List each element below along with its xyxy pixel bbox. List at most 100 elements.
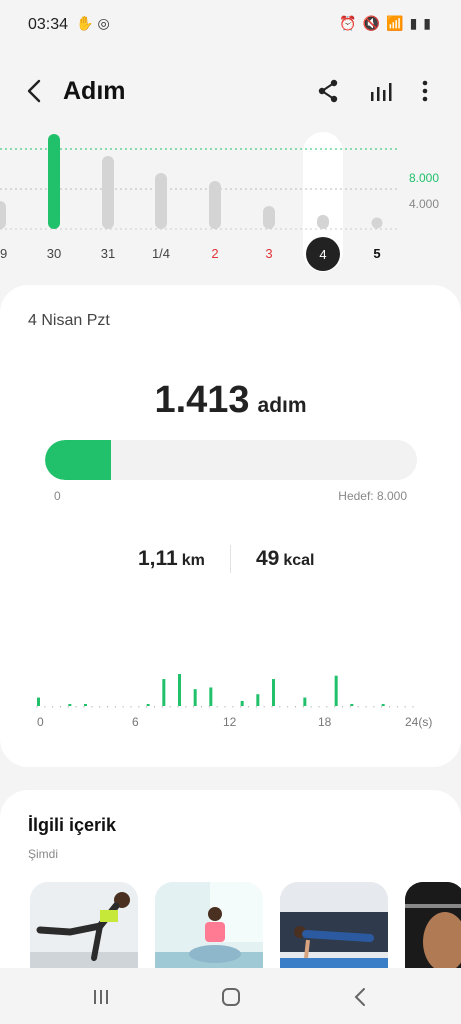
day-bar[interactable]: [155, 173, 167, 229]
hourly-baseline-dot: [193, 706, 195, 708]
day-label[interactable]: 1/4: [152, 246, 170, 261]
more-icon: [422, 80, 428, 102]
hourly-baseline-dot: [216, 706, 218, 708]
hourly-baseline-dot: [295, 706, 296, 708]
day-label[interactable]: 30: [47, 246, 61, 261]
hourly-baseline-dot: [177, 706, 179, 708]
hourly-bar: [209, 687, 213, 706]
day-label[interactable]: 31: [101, 246, 115, 261]
distance-stat: 1,11 km: [138, 547, 205, 571]
hourly-baseline-dot: [52, 706, 54, 708]
workout-photo: [405, 882, 461, 970]
day-label[interactable]: 3: [265, 246, 272, 261]
progress-start-label: 0: [54, 489, 61, 503]
hourly-baseline-dot: [389, 706, 390, 708]
goal-line-label: 8.000: [408, 171, 439, 185]
hourly-baseline-dot: [161, 706, 163, 708]
day-bar[interactable]: [102, 156, 114, 229]
hourly-bar: [240, 700, 244, 706]
nav-back-button[interactable]: [346, 982, 376, 1012]
hourly-bar: [146, 704, 150, 706]
day-label[interactable]: 29: [0, 246, 7, 261]
day-label[interactable]: 4: [319, 247, 326, 262]
hourly-baseline-dot: [75, 706, 77, 708]
more-options-button[interactable]: [410, 76, 440, 106]
hourly-bar: [178, 674, 181, 706]
daily-steps-chart[interactable]: 29 30 31 1/4 2 3 4 5 8.000 4.000: [0, 130, 461, 280]
hourly-baseline-dot: [169, 706, 171, 708]
day-bar[interactable]: [0, 201, 6, 229]
back-button[interactable]: [20, 76, 50, 106]
hourly-baseline-dot: [357, 706, 359, 708]
workout-photo: [155, 882, 263, 970]
day-label[interactable]: 2: [211, 246, 218, 261]
home-icon: [222, 988, 240, 1006]
hourly-baseline-dot: [154, 706, 155, 708]
hourly-bar: [37, 697, 40, 706]
goal-label: Hedef: 8.000: [338, 489, 407, 503]
hourly-axis-label: 0: [37, 715, 44, 729]
workout-photo: [280, 882, 388, 970]
whatsapp-icon: ◎: [97, 15, 114, 31]
hourly-baseline-dot: [255, 706, 257, 708]
workout-thumbnail[interactable]: [155, 882, 263, 970]
day-bar[interactable]: [209, 181, 221, 229]
recent-apps-button[interactable]: [86, 982, 116, 1012]
page-title: Adım: [63, 77, 126, 105]
hourly-baseline-dot: [99, 706, 101, 708]
day-bar[interactable]: [317, 214, 329, 229]
share-button[interactable]: [313, 76, 343, 106]
hourly-axis-label: 6: [132, 715, 139, 729]
hourly-baseline-dot: [185, 706, 187, 708]
hourly-baseline-dot: [107, 706, 108, 708]
hourly-baseline-dot: [381, 706, 383, 708]
trends-button[interactable]: [366, 76, 396, 106]
related-subtitle: Şimdi: [28, 847, 59, 861]
activity-stats: 1,11 km 49 kcal: [0, 543, 461, 577]
day-label[interactable]: 5: [373, 246, 380, 261]
hourly-axis-label: 18: [318, 715, 332, 729]
hand-icon: ✋: [76, 15, 98, 31]
hourly-baseline-dot: [224, 706, 226, 708]
hourly-bar: [84, 704, 87, 706]
calories-unit: kcal: [283, 552, 315, 569]
workout-thumbnail[interactable]: [280, 882, 388, 970]
hourly-bar: [193, 689, 197, 706]
alarm-icon: ⏰: [339, 15, 363, 31]
hourly-bar: [272, 679, 275, 706]
hourly-bar: [334, 675, 338, 706]
hourly-bar: [381, 704, 385, 706]
hourly-baseline-dot: [130, 706, 132, 708]
calories-value: 49: [256, 547, 280, 570]
day-bar[interactable]: [371, 217, 383, 229]
hourly-bar: [256, 694, 260, 706]
distance-value: 1,11: [138, 547, 178, 570]
half-goal-label: 4.000: [408, 197, 439, 211]
hourly-baseline-dot: [208, 706, 210, 708]
day-bar[interactable]: [48, 134, 60, 229]
day-bar[interactable]: [263, 206, 275, 229]
battery-icon: ▮: [423, 15, 437, 31]
hourly-baseline-dot: [67, 706, 69, 708]
hourly-baseline-dot: [44, 706, 46, 708]
hourly-baseline-dot: [279, 706, 281, 708]
hourly-baseline-dot: [302, 706, 304, 708]
selected-date: 4 Nisan Pzt: [28, 312, 110, 329]
hourly-baseline-dot: [122, 706, 124, 708]
goal-progress-bar: [45, 440, 417, 480]
hourly-baseline-dot: [60, 706, 61, 708]
hourly-baseline-dot: [404, 706, 406, 708]
home-button[interactable]: [216, 982, 246, 1012]
workout-thumbnail[interactable]: [30, 882, 138, 970]
signal-icon: ▮: [409, 15, 424, 31]
chevron-left-icon: [27, 79, 41, 103]
hourly-axis-label: 24(s): [405, 715, 433, 729]
share-icon: [318, 79, 338, 103]
hourly-baseline-dot: [334, 706, 336, 708]
hourly-baseline-dot: [91, 706, 93, 708]
summary-card: 4 Nisan Pzt 1.413 adım 0 Hedef: 8.000 1,1…: [0, 285, 461, 767]
hourly-baseline-dot: [232, 706, 234, 708]
workout-thumbnail[interactable]: [405, 882, 461, 970]
hourly-baseline-dot: [287, 706, 289, 708]
hourly-bar: [350, 704, 354, 706]
